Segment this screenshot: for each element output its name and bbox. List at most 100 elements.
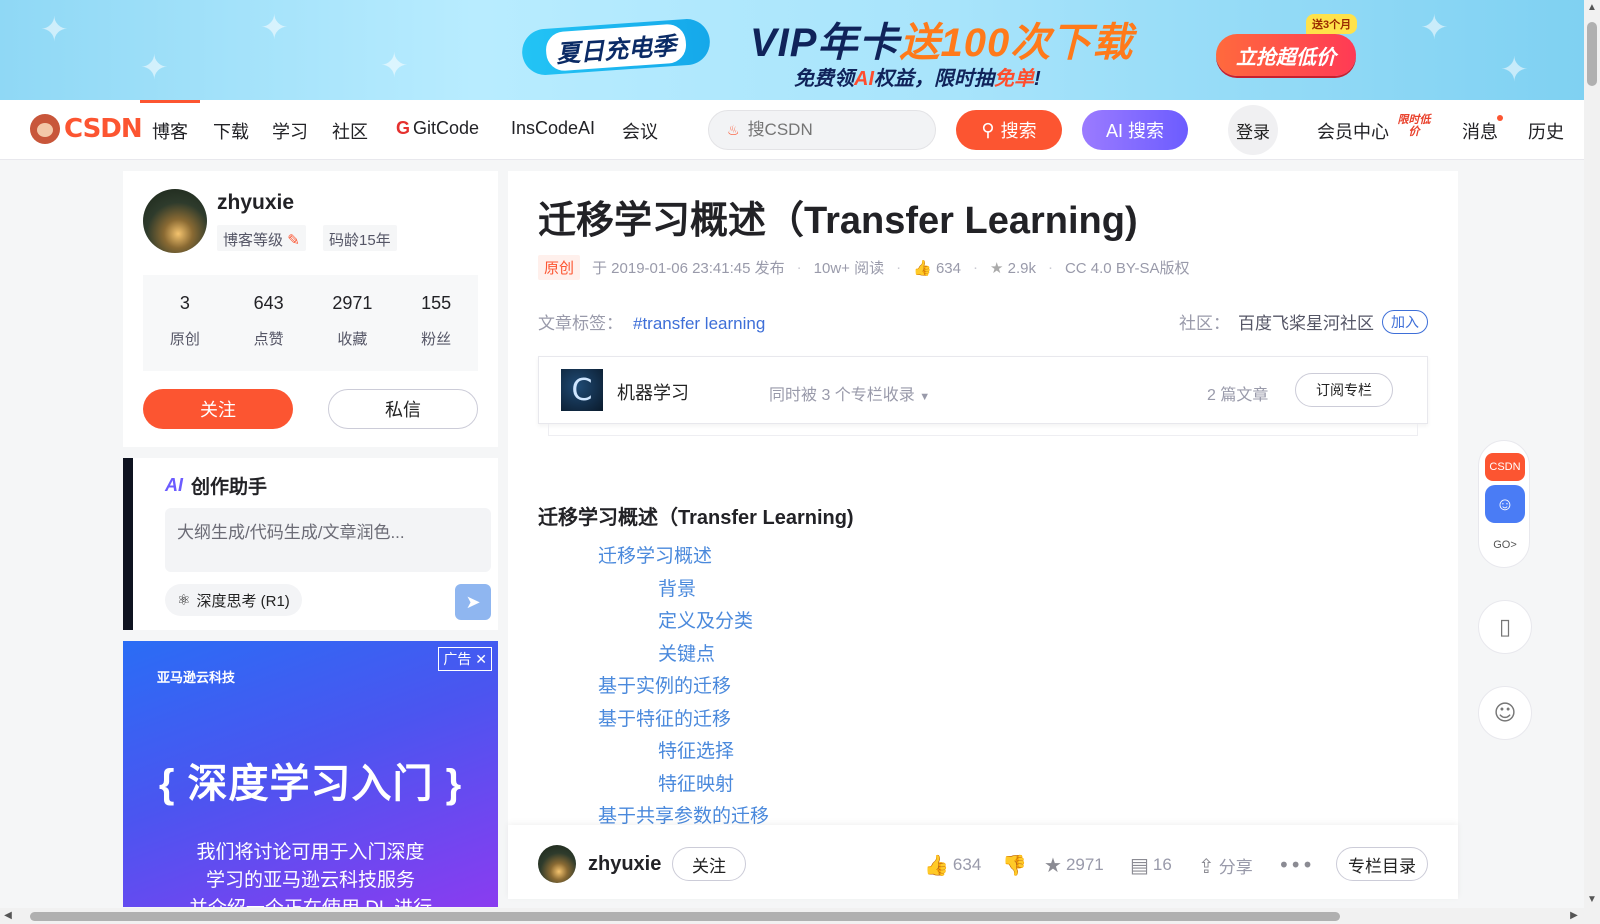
- column-icon[interactable]: C: [561, 369, 603, 411]
- toc-item[interactable]: 特征映射: [538, 769, 769, 802]
- nav-gitcode[interactable]: G GitCode: [396, 118, 479, 139]
- article-tags-row: 文章标签： #transfer learning 社区： 百度飞桨星河社区 加入: [538, 309, 1428, 334]
- toc-item[interactable]: 特征选择: [538, 736, 769, 769]
- ad-close-tag[interactable]: 广告 ✕: [438, 647, 492, 671]
- search-box[interactable]: ♨: [708, 110, 936, 150]
- login-button[interactable]: 登录: [1228, 105, 1278, 155]
- toc-item[interactable]: 背景: [538, 574, 769, 607]
- atom-icon: ⚛: [177, 592, 191, 609]
- chat-icon[interactable]: ☺: [1478, 686, 1532, 740]
- nav-history[interactable]: 历史: [1528, 118, 1564, 144]
- toc-item[interactable]: 迁移学习概述: [538, 541, 769, 574]
- follow-button[interactable]: 关注: [143, 389, 293, 429]
- csdn-logo[interactable]: CSDN: [30, 114, 143, 144]
- private-message-button[interactable]: 私信: [328, 389, 478, 429]
- toc-item[interactable]: 基于共享参数的迁移: [538, 801, 769, 825]
- vip-subline: 免费领AI权益，限时抽免单!: [794, 68, 1041, 90]
- toc-item[interactable]: 关键点: [538, 639, 769, 672]
- nav-vip-center[interactable]: 会员中心: [1317, 118, 1389, 144]
- comment-button[interactable]: ▤ 16: [1130, 853, 1172, 877]
- nav-community[interactable]: 社区: [332, 118, 368, 144]
- thumbs-down-icon: 👎: [1002, 853, 1027, 877]
- tag-transfer-learning[interactable]: #transfer learning: [633, 314, 765, 333]
- toc-item[interactable]: 基于特征的迁移: [538, 704, 769, 737]
- horizontal-scrollbar[interactable]: ◀ ▶: [0, 908, 1600, 924]
- monkey-logo-icon: [30, 114, 60, 144]
- csdn-float-widget[interactable]: CSDN ☺ GO>: [1478, 440, 1530, 568]
- scroll-up-icon[interactable]: ▲: [1584, 0, 1600, 16]
- caret-down-icon: ▼: [919, 391, 931, 403]
- join-community-button[interactable]: 加入: [1382, 309, 1428, 334]
- toc-item[interactable]: 定义及分类: [538, 606, 769, 639]
- stat-likes[interactable]: 643 点赞: [227, 275, 311, 371]
- go-label: GO>: [1493, 539, 1517, 551]
- meta-likes[interactable]: 👍 634: [913, 259, 961, 277]
- nav-inscodeai[interactable]: InsCodeAI: [511, 118, 595, 139]
- nav-download[interactable]: 下载: [213, 118, 249, 144]
- horizontal-scroll-thumb[interactable]: [30, 912, 1340, 921]
- toolbar-author-avatar[interactable]: [538, 845, 576, 883]
- ad-description: 我们将讨论可用于入门深度 学习的亚马逊云科技服务 并介绍一个正在使用 DL 进行: [123, 839, 498, 907]
- vertical-scrollbar[interactable]: ▲ ▼: [1584, 0, 1600, 908]
- column-name[interactable]: 机器学习: [617, 379, 689, 405]
- publish-time: 于 2019-01-06 23:41:45 发布: [592, 260, 785, 277]
- top-nav: CSDN 博客 下载 学习 社区 G GitCode InsCodeAI 会议 ♨…: [0, 100, 1584, 160]
- meta-favorites-count: 2.9k: [1007, 259, 1036, 277]
- toolbar-author-name[interactable]: zhyuxie: [588, 853, 661, 876]
- more-icon[interactable]: •••: [1278, 853, 1313, 877]
- buy-now-button[interactable]: 立抢超低价: [1216, 34, 1356, 76]
- logo-text: CSDN: [64, 114, 143, 144]
- promo-banner[interactable]: ✦ ✦ ✦ ✦ ✦ ✦ 夏日充电季 VIP年卡送100次下载 免费领AI权益，限…: [0, 0, 1584, 100]
- stat-fans[interactable]: 155 粉丝: [394, 275, 478, 371]
- meta-separator: ·: [972, 259, 978, 276]
- meta-separator: ·: [796, 259, 802, 276]
- license[interactable]: CC 4.0 BY-SA版权: [1065, 257, 1190, 278]
- original-badge: 原创: [538, 255, 581, 280]
- dislike-button[interactable]: 👎: [1002, 853, 1027, 877]
- sidebar-ad[interactable]: 亚马逊云科技 广告 ✕ { 深度学习入门 } 我们将讨论可用于入门深度 学习的亚…: [123, 641, 498, 907]
- toc-title: 迁移学习概述（Transfer Learning): [538, 507, 854, 529]
- search-button[interactable]: ⚲ 搜索: [956, 110, 1062, 150]
- sparkle-icon: ✦: [1420, 8, 1449, 48]
- scroll-right-icon[interactable]: ▶: [1566, 908, 1582, 924]
- column-toc-button[interactable]: 专栏目录: [1336, 847, 1428, 881]
- share-button[interactable]: ⇪ 分享: [1198, 853, 1253, 878]
- vertical-scroll-thumb[interactable]: [1587, 22, 1597, 86]
- stat-label: 原创: [169, 331, 200, 348]
- scroll-down-icon[interactable]: ▼: [1584, 892, 1600, 908]
- column-multi-dropdown[interactable]: 同时被 3 个专栏收录 ▼: [769, 381, 930, 405]
- ad-desc-line: 学习的亚马逊云科技服务: [205, 870, 415, 891]
- ai-search-button[interactable]: AI 搜索: [1082, 110, 1188, 150]
- send-icon[interactable]: ➤: [455, 584, 491, 620]
- nav-messages[interactable]: 消息: [1462, 118, 1498, 144]
- nav-blog[interactable]: 博客: [140, 100, 200, 144]
- stat-num: 2971: [332, 293, 373, 313]
- column-multi-label: 同时被 3 个专栏收录: [769, 387, 915, 404]
- unread-dot: [1497, 115, 1503, 121]
- nav-conference[interactable]: 会议: [622, 118, 658, 144]
- favorite-button[interactable]: ★ 2971: [1044, 853, 1104, 877]
- tags-label: 文章标签：: [538, 314, 623, 333]
- stat-original[interactable]: 3 原创: [143, 275, 227, 371]
- close-icon: ✕: [475, 651, 487, 667]
- deep-think-toggle[interactable]: ⚛ 深度思考 (R1): [165, 584, 302, 616]
- table-of-contents: 迁移学习概述 背景 定义及分类 关键点 基于实例的迁移 基于特征的迁移 特征选择…: [538, 541, 769, 825]
- meta-favorites[interactable]: ★ 2.9k: [990, 259, 1036, 277]
- author-avatar[interactable]: [143, 189, 207, 253]
- star-icon: ★: [1044, 853, 1062, 877]
- scroll-left-icon[interactable]: ◀: [0, 908, 16, 924]
- author-name[interactable]: zhyuxie: [217, 191, 294, 215]
- sparkle-icon: ✦: [40, 10, 69, 50]
- toc-item[interactable]: 基于实例的迁移: [538, 671, 769, 704]
- community-name[interactable]: 百度飞桨星河社区: [1238, 309, 1374, 334]
- nav-learn[interactable]: 学习: [272, 118, 308, 144]
- nav-gitcode-label: GitCode: [413, 118, 480, 138]
- toolbar-follow-button[interactable]: 关注: [672, 847, 746, 881]
- search-input[interactable]: [747, 120, 908, 140]
- blog-level-label: 博客等级: [223, 232, 284, 249]
- like-button[interactable]: 👍 634: [924, 853, 981, 877]
- assistant-prompt-input[interactable]: 大纲生成/代码生成/文章润色...: [165, 508, 491, 572]
- mobile-icon[interactable]: ▯: [1478, 600, 1532, 654]
- subscribe-column-button[interactable]: 订阅专栏: [1295, 373, 1393, 407]
- stat-favorites[interactable]: 2971 收藏: [311, 275, 395, 371]
